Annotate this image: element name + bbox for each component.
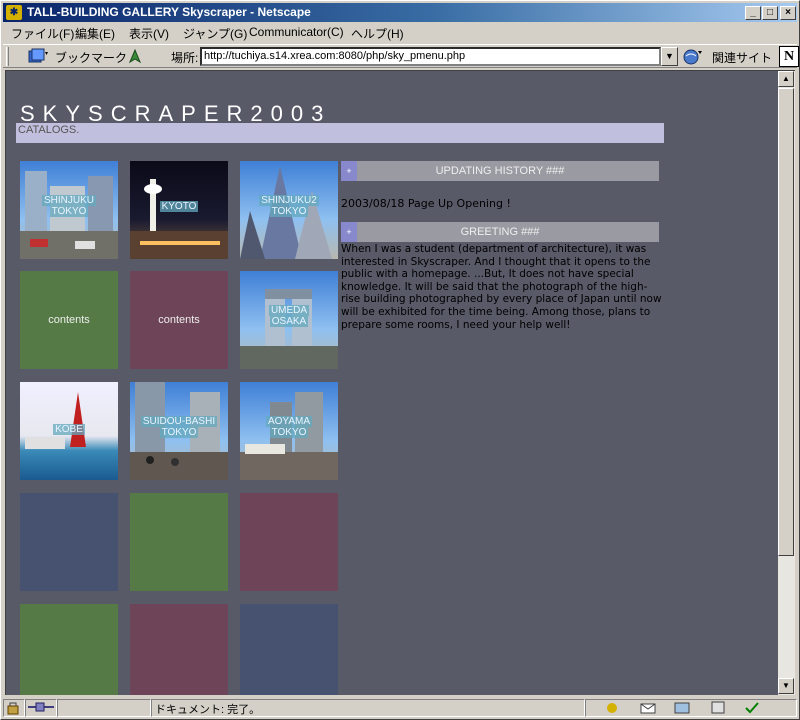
history-entry: 2003/08/18 Page Up Opening !	[341, 197, 511, 210]
tile-label: SUIDOU-BASHI	[140, 416, 218, 427]
tile-aoyama[interactable]: AOYAMA TOKYO	[240, 382, 338, 480]
menu-edit[interactable]: 編集(E)	[75, 25, 115, 42]
tile-shinjuku2[interactable]: SHINJUKU2 TOKYO	[240, 161, 338, 259]
tile-label: TOKYO	[269, 206, 309, 217]
vertical-scrollbar[interactable]: ▲ ▼	[778, 70, 795, 695]
tile-label: TOKYO	[49, 206, 89, 217]
expand-history-icon[interactable]: +	[341, 161, 357, 181]
tile-suidoubashi[interactable]: SUIDOU-BASHI TOKYO	[130, 382, 228, 480]
close-button[interactable]: ×	[780, 6, 796, 20]
expand-greeting-icon[interactable]: +	[341, 222, 357, 242]
tile-kobe[interactable]: KOBE	[20, 382, 118, 480]
bookmark-icon[interactable]	[27, 48, 49, 64]
tile-label: TOKYO	[269, 427, 309, 438]
maximize-button[interactable]: □	[762, 6, 778, 20]
menu-view[interactable]: 表示(V)	[129, 25, 169, 42]
browser-window: ✱ TALL-BUILDING GALLERY Skyscraper - Net…	[0, 0, 800, 720]
tile-blank[interactable]	[240, 493, 338, 591]
tile-label: OSAKA	[269, 316, 309, 327]
heading-label: UPDATING HISTORY ###	[435, 165, 565, 177]
composer-icon[interactable]	[743, 700, 761, 715]
mail-icon[interactable]	[639, 700, 657, 715]
url-input[interactable]: http://tuchiya.s14.xrea.com:8080/php/sky…	[200, 47, 661, 66]
catalog-bar: CATALOGS.	[16, 123, 664, 143]
lock-cell[interactable]	[3, 699, 25, 717]
tile-blank[interactable]	[20, 493, 118, 591]
lock-icon	[7, 702, 19, 715]
tile-blank[interactable]	[20, 604, 118, 695]
tile-label: SHINJUKU2	[259, 195, 319, 206]
newsgroup-icon[interactable]	[673, 700, 691, 715]
greeting-text: When I was a student (department of arch…	[341, 243, 662, 331]
tile-label: UMEDA	[268, 305, 310, 316]
connection-cell[interactable]	[25, 699, 57, 717]
tile-kyoto[interactable]: KYOTO	[130, 161, 228, 259]
tile-label: contents	[158, 314, 200, 326]
tile-label: contents	[48, 314, 90, 326]
scroll-thumb[interactable]	[778, 88, 794, 556]
location-toolbar: ブックマーク 場所: http://tuchiya.s14.xrea.com:8…	[3, 44, 799, 68]
tile-label: AOYAMA	[265, 416, 313, 427]
tile-label: KYOTO	[159, 201, 199, 212]
page-content: SKYSCRAPER2003 CATALOGS. SHINJUKU TOKYO K…	[5, 70, 778, 695]
tile-label: TOKYO	[159, 427, 199, 438]
url-dropdown-button[interactable]: ▼	[661, 47, 678, 66]
toolbar-grip[interactable]	[6, 47, 9, 66]
updating-history-heading: + UPDATING HISTORY ###	[341, 161, 659, 181]
tile-label: SHINJUKU	[41, 195, 96, 206]
menu-bar: ファイル(F) 編集(E) 表示(V) ジャンプ(G) Communicator…	[3, 23, 797, 42]
heading-label: GREETING ###	[460, 226, 540, 238]
menu-help[interactable]: ヘルプ(H)	[351, 25, 404, 42]
title-bar[interactable]: ✱ TALL-BUILDING GALLERY Skyscraper - Net…	[3, 3, 797, 22]
tile-shinjuku[interactable]: SHINJUKU TOKYO	[20, 161, 118, 259]
netscape-logo[interactable]: N	[779, 46, 799, 67]
tile-contents-1[interactable]: contents	[20, 271, 118, 369]
address-book-icon[interactable]	[709, 700, 727, 715]
scroll-up-button[interactable]: ▲	[778, 71, 794, 87]
menu-file[interactable]: ファイル(F)	[11, 25, 74, 42]
goto-icon[interactable]	[127, 48, 143, 64]
connection-icon	[28, 702, 54, 712]
menu-go[interactable]: ジャンプ(G)	[183, 25, 247, 42]
status-bar: ドキュメント: 完了。	[3, 698, 797, 718]
navigator-icon[interactable]	[603, 700, 621, 715]
progress-cell	[57, 699, 151, 717]
menu-communicator[interactable]: Communicator(C)	[249, 25, 344, 39]
scroll-down-button[interactable]: ▼	[778, 678, 794, 694]
tile-blank[interactable]	[240, 604, 338, 695]
tile-umeda[interactable]: UMEDA OSAKA	[240, 271, 338, 369]
netscape-app-icon[interactable]: ✱	[6, 5, 22, 20]
tile-label: KOBE	[53, 424, 85, 435]
greeting-heading: + GREETING ###	[341, 222, 659, 242]
window-title: TALL-BUILDING GALLERY Skyscraper - Netsc…	[27, 5, 311, 19]
status-text: ドキュメント: 完了。	[155, 704, 261, 716]
related-sites-button[interactable]: 関連サイト	[712, 49, 772, 66]
tile-blank[interactable]	[130, 604, 228, 695]
minimize-button[interactable]: _	[745, 6, 761, 20]
tile-contents-2[interactable]: contents	[130, 271, 228, 369]
tile-blank[interactable]	[130, 493, 228, 591]
location-label: 場所:	[171, 51, 199, 65]
related-sites-icon[interactable]	[683, 48, 703, 65]
bookmarks-button[interactable]: ブックマーク	[55, 49, 127, 66]
